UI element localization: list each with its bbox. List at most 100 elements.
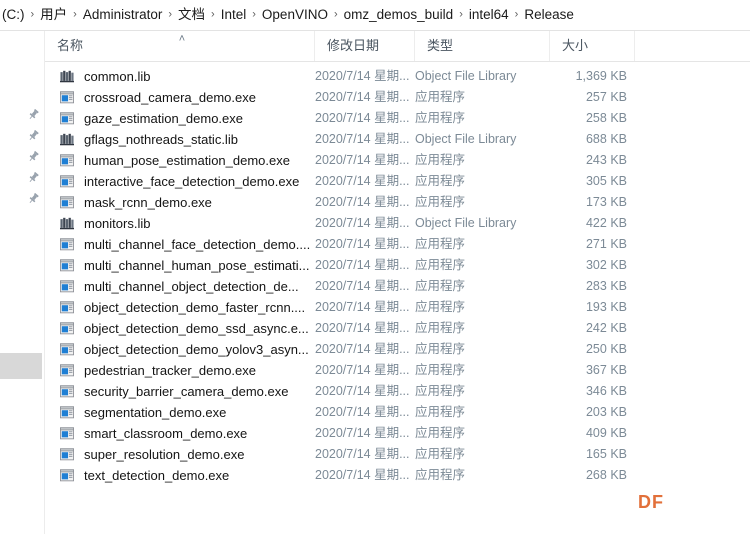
file-modified-date: 2020/7/14 星期... — [315, 216, 410, 230]
file-name[interactable]: security_barrier_camera_demo.exe — [60, 381, 315, 402]
file-name[interactable]: gflags_nothreads_static.lib — [60, 129, 315, 150]
file-modified-date: 2020/7/14 星期... — [315, 384, 410, 398]
file-row[interactable]: common.lib 2020/7/14 星期... Object File Lib… — [45, 66, 750, 87]
file-row[interactable]: smart_classroom_demo.exe 2020/7/14 星期... 应… — [45, 423, 750, 444]
file-modified-date: 2020/7/14 星期... — [315, 426, 410, 440]
breadcrumb-item-4[interactable]: Intel — [217, 5, 251, 25]
file-row[interactable]: multi_channel_face_detection_demo.... 202… — [45, 234, 750, 255]
file-name[interactable]: common.lib — [60, 66, 315, 87]
file-row[interactable]: object_detection_demo_yolov3_asyn... 2020… — [45, 339, 750, 360]
file-name[interactable]: object_detection_demo_yolov3_asyn... — [60, 339, 315, 360]
file-size: 302 KB — [585, 258, 627, 272]
file-modified-date: 2020/7/14 星期... — [315, 237, 410, 251]
column-header-date[interactable]: 修改日期 — [315, 31, 415, 61]
pin-icon[interactable] — [27, 171, 40, 184]
breadcrumb-item-2[interactable]: Administrator — [79, 5, 167, 25]
file-row[interactable]: pedestrian_tracker_demo.exe 2020/7/14 星期.… — [45, 360, 750, 381]
file-name[interactable]: multi_channel_face_detection_demo.... — [60, 234, 315, 255]
breadcrumb-item-6[interactable]: omz_demos_build — [340, 5, 458, 25]
column-header-spacer — [635, 31, 750, 61]
file-row[interactable]: gaze_estimation_demo.exe 2020/7/14 星期... 应… — [45, 108, 750, 129]
pin-icon[interactable] — [27, 108, 40, 121]
file-size: 203 KB — [585, 405, 627, 419]
file-row[interactable]: segmentation_demo.exe 2020/7/14 星期... 应用程序… — [45, 402, 750, 423]
file-type: 应用程序 — [415, 321, 466, 335]
file-row[interactable]: security_barrier_camera_demo.exe 2020/7/1… — [45, 381, 750, 402]
file-row[interactable]: monitors.lib 2020/7/14 星期... Object File L… — [45, 213, 750, 234]
column-header-size[interactable]: 大小 — [550, 31, 635, 61]
file-row[interactable]: multi_channel_object_detection_de... 2020… — [45, 276, 750, 297]
breadcrumb-separator-icon: › — [514, 8, 519, 21]
file-row[interactable]: crossroad_camera_demo.exe 2020/7/14 星期...… — [45, 87, 750, 108]
file-name[interactable]: monitors.lib — [60, 213, 315, 234]
file-size: 193 KB — [585, 300, 627, 314]
file-row[interactable]: interactive_face_detection_demo.exe 2020/… — [45, 171, 750, 192]
nav-selection-chip[interactable] — [0, 353, 42, 379]
file-modified-date: 2020/7/14 星期... — [315, 153, 410, 167]
file-modified-date: 2020/7/14 星期... — [315, 111, 410, 125]
breadcrumb-item-3[interactable]: 文档 — [174, 5, 209, 25]
file-modified-date: 2020/7/14 星期... — [315, 195, 410, 209]
file-size: 173 KB — [585, 195, 627, 209]
watermark: DF — [638, 492, 664, 512]
breadcrumb-item-0[interactable]: (C:) — [0, 5, 29, 25]
file-type: 应用程序 — [415, 174, 466, 188]
file-name[interactable]: pedestrian_tracker_demo.exe — [60, 360, 315, 381]
file-type: Object File Library — [415, 69, 517, 83]
file-size: 409 KB — [585, 426, 627, 440]
file-size: 242 KB — [585, 321, 627, 335]
breadcrumb-separator-icon: › — [459, 8, 463, 21]
file-name[interactable]: human_pose_estimation_demo.exe — [60, 150, 315, 171]
file-type: 应用程序 — [415, 447, 466, 461]
file-name[interactable]: super_resolution_demo.exe — [60, 444, 315, 465]
file-type: 应用程序 — [415, 300, 466, 314]
pin-icon[interactable] — [27, 129, 40, 142]
pin-icon[interactable] — [27, 192, 40, 205]
file-type: 应用程序 — [415, 195, 466, 209]
file-name[interactable]: interactive_face_detection_demo.exe — [60, 171, 315, 192]
file-name[interactable]: segmentation_demo.exe — [60, 402, 315, 423]
file-row[interactable]: mask_rcnn_demo.exe 2020/7/14 星期... 应用程序 173… — [45, 192, 750, 213]
file-size: 422 KB — [585, 216, 627, 230]
file-row[interactable]: human_pose_estimation_demo.exe 2020/7/14 … — [45, 150, 750, 171]
file-name[interactable]: multi_channel_human_pose_estimati... — [60, 255, 315, 276]
file-size: 346 KB — [585, 384, 627, 398]
breadcrumb-item-8[interactable]: Release — [520, 5, 578, 25]
file-name[interactable]: object_detection_demo_ssd_async.e... — [60, 318, 315, 339]
column-header-name[interactable]: 名称 ˄ — [45, 31, 315, 61]
column-header-type[interactable]: 类型 — [415, 31, 550, 61]
file-row[interactable]: text_detection_demo.exe 2020/7/14 星期... 应用… — [45, 465, 750, 486]
file-row[interactable]: super_resolution_demo.exe 2020/7/14 星期...… — [45, 444, 750, 465]
breadcrumb-separator-icon: › — [252, 8, 256, 21]
file-size: 250 KB — [585, 342, 627, 356]
address-bar[interactable]: (C:) › 用户 › Administrator › 文档 › Intel › OpenVINO ›… — [0, 0, 750, 31]
file-size: 283 KB — [585, 279, 627, 293]
file-name[interactable]: text_detection_demo.exe — [60, 465, 315, 486]
file-type: Object File Library — [415, 132, 517, 146]
column-header-row: 名称 ˄ 修改日期 类型 大小 — [45, 31, 750, 62]
file-type: 应用程序 — [415, 111, 466, 125]
file-name[interactable]: object_detection_demo_faster_rcnn.... — [60, 297, 315, 318]
file-type: 应用程序 — [415, 153, 466, 167]
breadcrumb-item-5[interactable]: OpenVINO — [258, 5, 332, 25]
file-list[interactable]: common.lib 2020/7/14 星期... Object File Lib… — [45, 62, 750, 534]
file-row[interactable]: multi_channel_human_pose_estimati... 2020… — [45, 255, 750, 276]
file-name[interactable]: crossroad_camera_demo.exe — [60, 87, 315, 108]
file-row[interactable]: object_detection_demo_faster_rcnn.... 202… — [45, 297, 750, 318]
breadcrumb-item-1[interactable]: 用户 — [36, 5, 71, 25]
file-size: 258 KB — [585, 111, 627, 125]
file-name[interactable]: gaze_estimation_demo.exe — [60, 108, 315, 129]
file-name[interactable]: mask_rcnn_demo.exe — [60, 192, 315, 213]
file-row[interactable]: gflags_nothreads_static.lib 2020/7/14 星期.… — [45, 129, 750, 150]
file-type: 应用程序 — [415, 426, 466, 440]
file-type: 应用程序 — [415, 279, 466, 293]
file-size: 268 KB — [585, 468, 627, 482]
breadcrumb-item-7[interactable]: intel64 — [465, 5, 513, 25]
file-name[interactable]: smart_classroom_demo.exe — [60, 423, 315, 444]
file-size: 165 KB — [585, 447, 627, 461]
file-name[interactable]: multi_channel_object_detection_de... — [60, 276, 315, 297]
file-type: 应用程序 — [415, 363, 466, 377]
breadcrumb-separator-icon: › — [333, 8, 338, 21]
file-row[interactable]: object_detection_demo_ssd_async.e... 2020… — [45, 318, 750, 339]
pin-icon[interactable] — [27, 150, 40, 163]
